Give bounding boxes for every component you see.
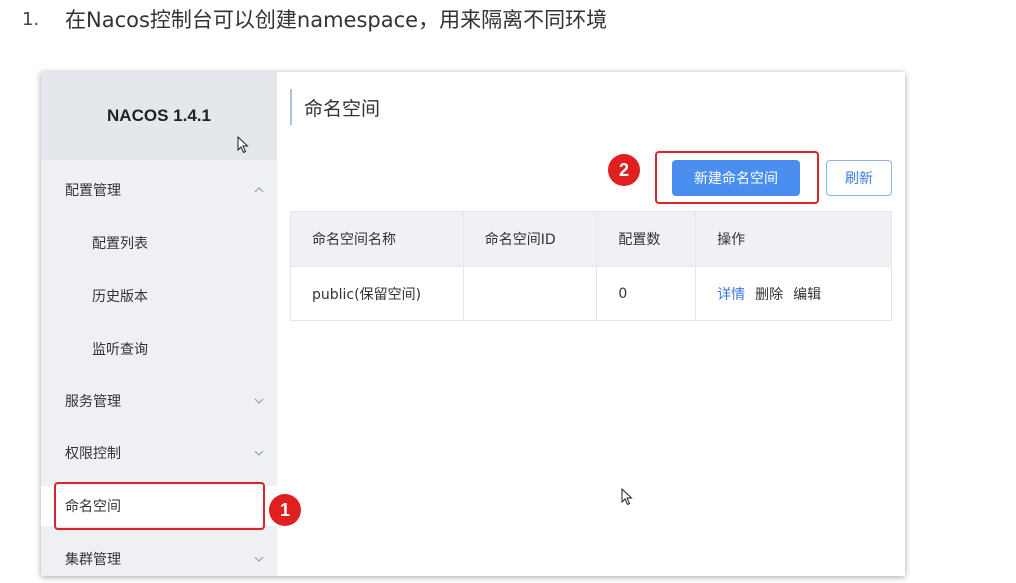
annotation-marker-1: 1 [269,494,301,526]
step-text: 在Nacos控制台可以创建namespace，用来隔离不同环境 [65,8,608,32]
namespace-table: 命名空间名称 命名空间ID 配置数 操作 public(保留空间) 0 详情 删除… [290,211,892,321]
chevron-up-icon [254,187,264,193]
sidebar-item-label: 历史版本 [92,289,148,305]
chevron-down-icon [254,398,264,404]
document-step-heading: 1. 在Nacos控制台可以创建namespace，用来隔离不同环境 [22,2,607,36]
sidebar-item-access-control[interactable]: 权限控制 [41,433,277,473]
table-row: public(保留空间) 0 详情 删除 编辑 [290,266,892,321]
sidebar-item-label: 配置管理 [65,183,121,199]
sidebar-item-service-management[interactable]: 服务管理 [41,381,277,421]
sidebar-item-config-list[interactable]: 配置列表 [41,223,277,263]
column-header-operations: 操作 [695,211,892,267]
namespace-name-cell: public(保留空间) [290,266,464,321]
sidebar-item-label: 权限控制 [65,446,121,462]
sidebar-item-label: 集群管理 [65,552,121,568]
annotation-marker-2: 2 [608,154,640,186]
sidebar-item-config-management[interactable]: 配置管理 [41,170,277,210]
column-header-config-count[interactable]: 配置数 [596,211,697,267]
details-link[interactable]: 详情 [717,287,745,303]
refresh-button[interactable]: 刷新 [826,160,892,196]
nacos-console-window: NACOS 1.4.1 配置管理 配置列表 历史版本 监听查询 服务管理 权限控 [41,72,905,576]
table-header-row: 命名空间名称 命名空间ID 配置数 操作 [290,211,892,267]
chevron-down-icon [254,556,264,562]
sidebar-item-listener-query[interactable]: 监听查询 [41,329,277,369]
chevron-down-icon [254,450,264,456]
sidebar-item-label: 服务管理 [65,394,121,410]
sidebar-item-history-versions[interactable]: 历史版本 [41,276,277,316]
sidebar-item-cluster-management[interactable]: 集群管理 [41,539,277,576]
annotation-highlight-namespace [54,482,265,530]
mouse-pointer-icon [237,136,249,154]
namespace-id-cell [462,266,598,321]
mouse-pointer-icon [621,488,633,506]
column-header-id[interactable]: 命名空间ID [462,211,598,267]
page-title: 命名空间 [290,89,380,125]
edit-link[interactable]: 编辑 [793,287,821,303]
brand-text: NACOS 1.4.1 [107,106,211,125]
sidebar-item-label: 监听查询 [92,342,148,358]
config-count-cell: 0 [596,266,697,321]
column-header-name[interactable]: 命名空间名称 [290,211,464,267]
step-number: 1. [22,8,40,30]
create-namespace-button[interactable]: 新建命名空间 [672,160,800,196]
sidebar-item-label: 配置列表 [92,236,148,252]
delete-link[interactable]: 删除 [755,287,783,303]
operations-cell: 详情 删除 编辑 [695,266,892,321]
